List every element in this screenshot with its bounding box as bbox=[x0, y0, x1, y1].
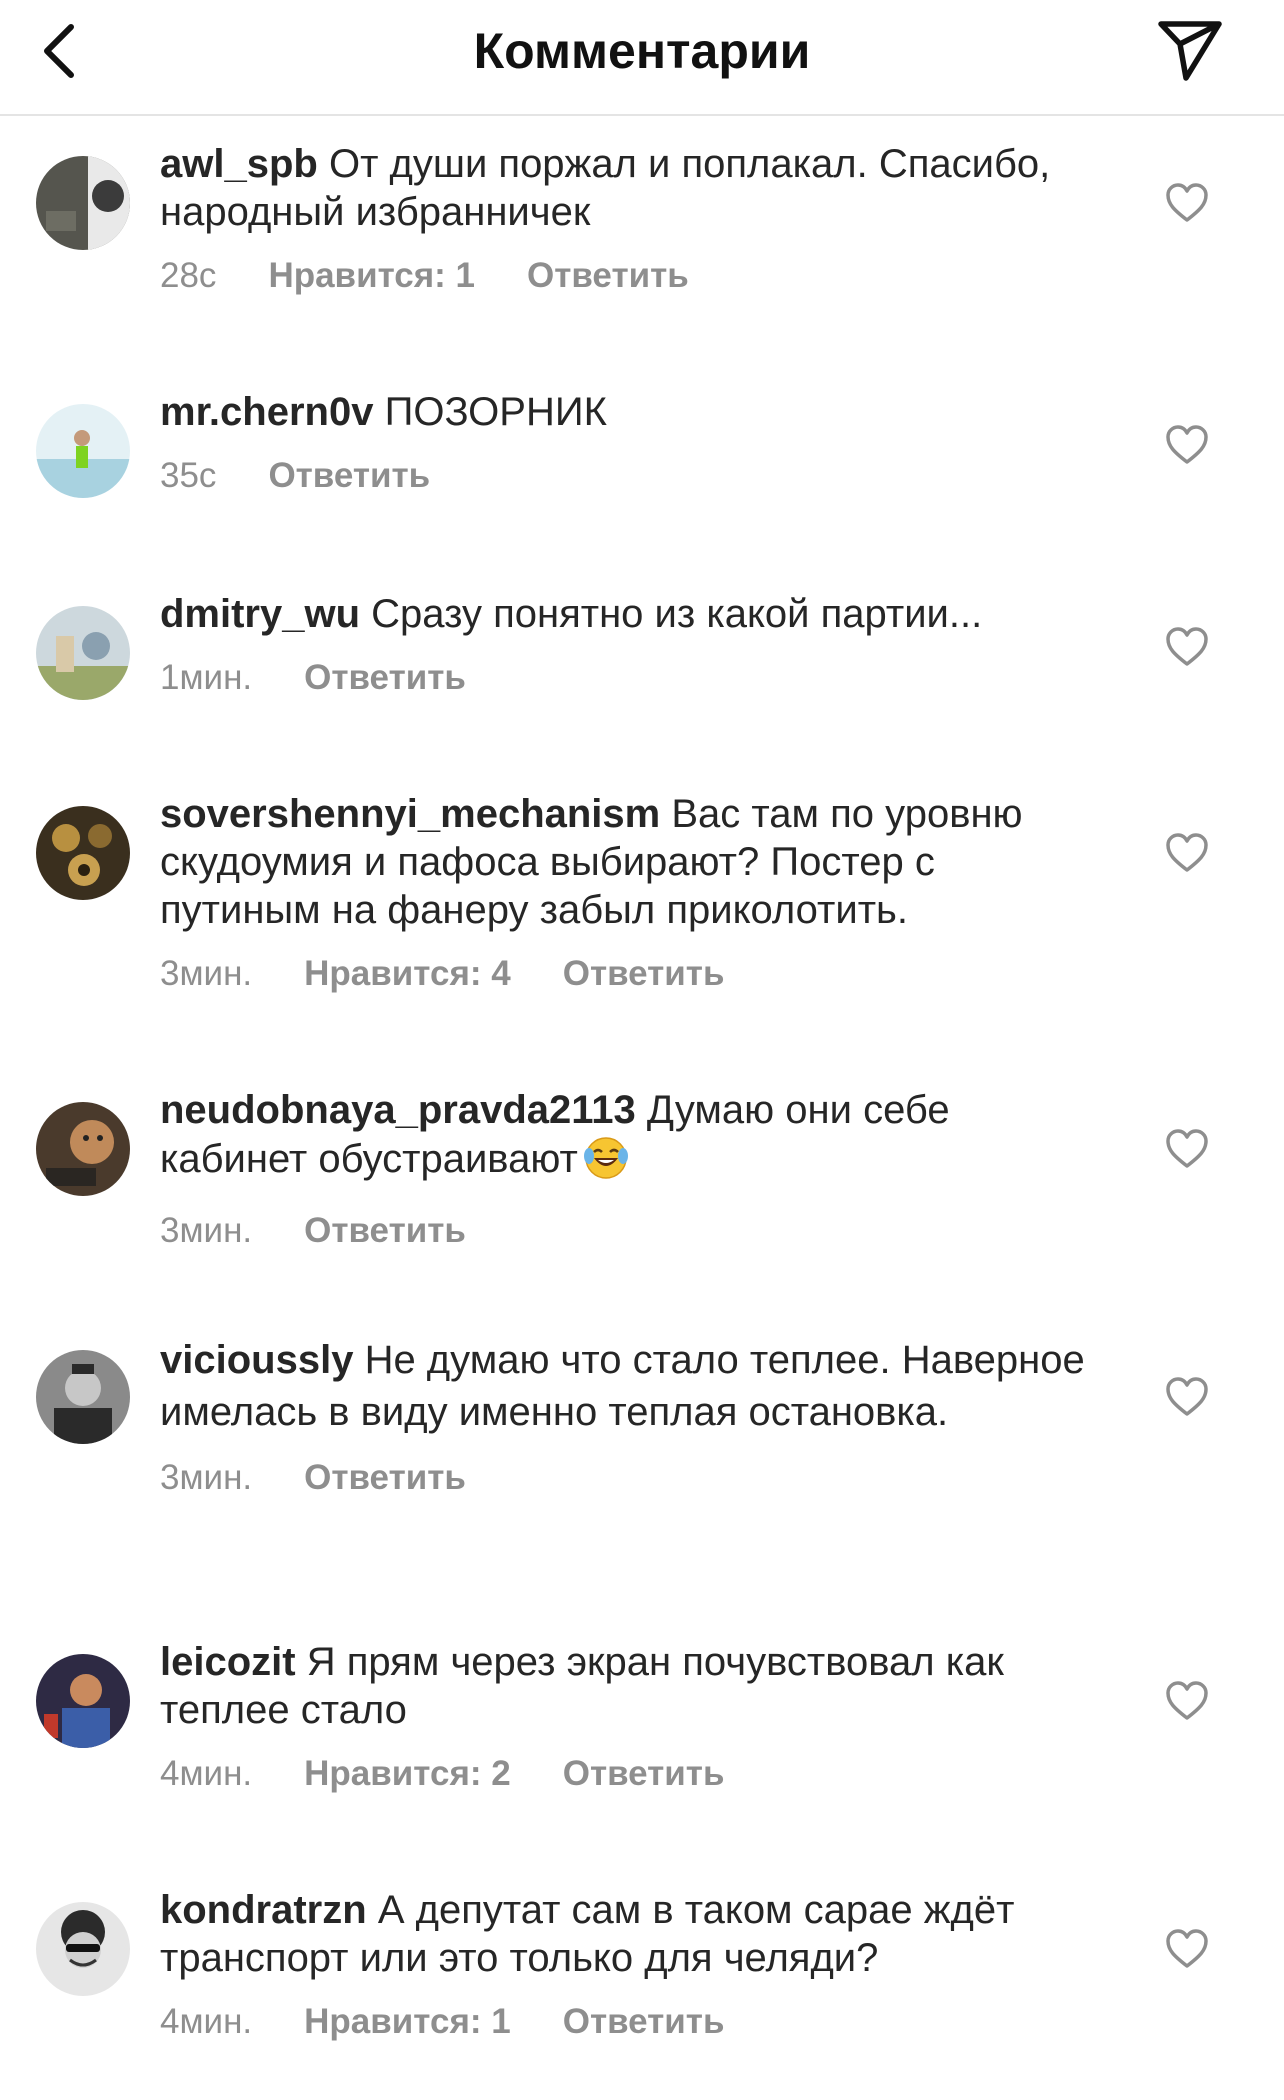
comment-body: mr.chern0v ПОЗОРНИК 35с Ответить bbox=[160, 388, 1100, 498]
comment-likes[interactable]: Нравится: 4 bbox=[304, 952, 511, 996]
comment-time: 4мин. bbox=[160, 1754, 253, 1793]
comment-text: kondratrzn А депутат сам в таком сарае ж… bbox=[160, 1886, 1100, 1982]
comment-body: sovershennyi_mechanism Вас там по уровню… bbox=[160, 790, 1100, 996]
heart-icon[interactable] bbox=[1164, 180, 1210, 226]
heart-icon[interactable] bbox=[1164, 624, 1210, 670]
avatar[interactable] bbox=[36, 404, 130, 498]
comment-body: kondratrzn А депутат сам в таком сарае ж… bbox=[160, 1886, 1100, 2044]
comment-time: 3мин. bbox=[160, 954, 253, 993]
avatar[interactable] bbox=[36, 1902, 130, 1996]
laughing-emoji-icon bbox=[582, 1134, 630, 1191]
comment-username[interactable]: mr.chern0v bbox=[160, 390, 373, 434]
comment-time: 28с bbox=[160, 256, 217, 295]
comment-username[interactable]: viciousslу bbox=[160, 1338, 353, 1382]
comment-time: 3мин. bbox=[160, 1211, 253, 1250]
comment-meta: 4мин. Нравится: 2 Ответить bbox=[160, 1752, 1100, 1796]
comment-meta: 3мин. Ответить bbox=[160, 1209, 1100, 1253]
comment-meta: 3мин. Нравится: 4 Ответить bbox=[160, 952, 1100, 996]
comment-meta: 4мин. Нравится: 1 Ответить bbox=[160, 2000, 1100, 2044]
reply-button[interactable]: Ответить bbox=[304, 1456, 466, 1500]
avatar[interactable] bbox=[36, 1102, 130, 1196]
comment-likes[interactable]: Нравится: 2 bbox=[304, 1752, 511, 1796]
comment-meta: 28с Нравится: 1 Ответить bbox=[160, 254, 1100, 298]
heart-icon[interactable] bbox=[1164, 422, 1210, 468]
reply-button[interactable]: Ответить bbox=[268, 454, 430, 498]
comment-body: dmitry_wu Сразу понятно из какой партии.… bbox=[160, 590, 1100, 700]
reply-button[interactable]: Ответить bbox=[563, 1752, 725, 1796]
comment-time: 4мин. bbox=[160, 2002, 253, 2041]
avatar[interactable] bbox=[36, 156, 130, 250]
reply-button[interactable]: Ответить bbox=[527, 254, 689, 298]
top-bar: Комментарии bbox=[0, 0, 1284, 116]
comment-body: neudobnaya_pravda2113 Думаю они себе каб… bbox=[160, 1086, 1100, 1253]
comment-time: 3мин. bbox=[160, 1458, 253, 1497]
comment-username[interactable]: kondratrzn bbox=[160, 1888, 367, 1932]
comment-likes[interactable]: Нравится: 1 bbox=[268, 254, 475, 298]
heart-icon[interactable] bbox=[1164, 1678, 1210, 1724]
comment-likes[interactable]: Нравится: 1 bbox=[304, 2000, 511, 2044]
reply-button[interactable]: Ответить bbox=[304, 656, 466, 700]
avatar[interactable] bbox=[36, 606, 130, 700]
comment-body: awl_spb От души поржал и поплакал. Спаси… bbox=[160, 140, 1100, 298]
paper-plane-icon bbox=[1158, 21, 1222, 81]
comment-meta: 3мин. Ответить bbox=[160, 1456, 1100, 1500]
reply-button[interactable]: Ответить bbox=[304, 1209, 466, 1253]
comment-username[interactable]: dmitry_wu bbox=[160, 592, 360, 636]
comment-text: mr.chern0v ПОЗОРНИК bbox=[160, 388, 1100, 436]
heart-icon[interactable] bbox=[1164, 1926, 1210, 1972]
comment-text: awl_spb От души поржал и поплакал. Спаси… bbox=[160, 140, 1100, 236]
page-title: Комментарии bbox=[473, 23, 811, 79]
comment-body: leicozit Я прям через экран почувствовал… bbox=[160, 1638, 1100, 1796]
heart-icon[interactable] bbox=[1164, 1126, 1210, 1172]
comment-meta: 1мин. Ответить bbox=[160, 656, 1100, 700]
heart-icon[interactable] bbox=[1164, 1374, 1210, 1420]
comment-username[interactable]: sovershennyi_mechanism bbox=[160, 792, 660, 836]
comment-username[interactable]: leicozit bbox=[160, 1640, 296, 1684]
avatar[interactable] bbox=[36, 1350, 130, 1444]
comment-text: leicozit Я прям через экран почувствовал… bbox=[160, 1638, 1100, 1734]
comment-text: sovershennyi_mechanism Вас там по уровню… bbox=[160, 790, 1100, 934]
comment-text: dmitry_wu Сразу понятно из какой партии.… bbox=[160, 590, 1100, 638]
comment-text: viciousslу Не думаю что стало теплее. На… bbox=[160, 1334, 1100, 1438]
reply-button[interactable]: Ответить bbox=[563, 952, 725, 996]
comment-time: 1мин. bbox=[160, 658, 253, 697]
comment-body: viciousslу Не думаю что стало теплее. На… bbox=[160, 1334, 1100, 1500]
reply-button[interactable]: Ответить bbox=[563, 2000, 725, 2044]
comment-meta: 35с Ответить bbox=[160, 454, 1100, 498]
comment-username[interactable]: neudobnaya_pravda2113 bbox=[160, 1088, 636, 1132]
comment-time: 35с bbox=[160, 456, 217, 495]
heart-icon[interactable] bbox=[1164, 830, 1210, 876]
avatar[interactable] bbox=[36, 1654, 130, 1748]
comment-text: neudobnaya_pravda2113 Думаю они себе каб… bbox=[160, 1086, 1100, 1191]
avatar[interactable] bbox=[36, 806, 130, 900]
share-button[interactable] bbox=[1154, 16, 1226, 84]
comment-username[interactable]: awl_spb bbox=[160, 142, 318, 186]
comment-message: ПОЗОРНИК bbox=[384, 390, 607, 434]
comment-message: Сразу понятно из какой партии... bbox=[371, 592, 983, 636]
